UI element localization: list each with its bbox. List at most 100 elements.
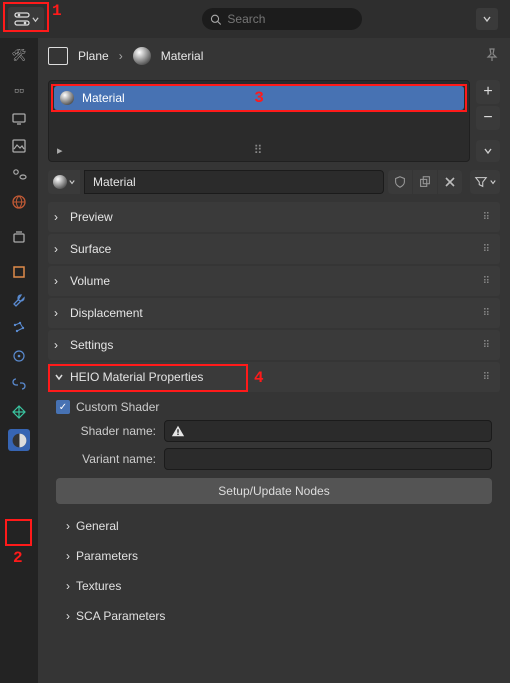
variant-name-label: Variant name: — [56, 452, 156, 466]
slot-menu-button[interactable] — [476, 140, 500, 162]
chevron-right-icon: › — [54, 210, 64, 224]
panel-title: Volume — [70, 274, 110, 288]
tab-tool[interactable]: 🛠 — [8, 44, 30, 66]
chevron-down-icon — [69, 179, 75, 185]
panel-title: Settings — [70, 338, 113, 352]
breadcrumb-material[interactable]: Material — [161, 49, 204, 63]
custom-shader-label: Custom Shader — [76, 400, 159, 414]
drag-grip-icon[interactable]: ⠿ — [483, 372, 492, 383]
material-slot-list[interactable]: Material ▸ ⠿ 3 — [48, 80, 470, 162]
tab-constraints[interactable] — [8, 373, 30, 395]
chevron-down-icon — [32, 16, 39, 23]
options-dropdown-button[interactable] — [476, 8, 498, 30]
subpanel-parameters-header[interactable]: › Parameters — [56, 544, 492, 568]
sidebar-tabs: 🛠 ▫▫ — [0, 38, 38, 683]
breadcrumb-object[interactable]: Plane — [78, 49, 109, 63]
material-ball-icon — [60, 91, 74, 105]
chevron-right-icon: › — [66, 519, 70, 533]
setup-update-nodes-button[interactable]: Setup/Update Nodes — [56, 478, 492, 504]
panel-title: HEIO Material Properties — [70, 370, 203, 384]
drag-grip-icon[interactable]: ⠿ — [483, 340, 492, 351]
chevron-down-icon — [483, 15, 491, 23]
chevron-down-icon — [490, 179, 496, 185]
object-icon — [11, 264, 27, 280]
drag-grip-icon[interactable]: ⠿ — [483, 276, 492, 287]
wrench-icon — [11, 292, 27, 308]
properties-icon — [14, 11, 30, 27]
tab-render[interactable]: ▫▫ — [8, 79, 30, 101]
slot-add-button[interactable]: + — [476, 80, 500, 104]
tab-particles[interactable] — [8, 317, 30, 339]
tab-collection[interactable] — [8, 226, 30, 248]
tab-scene[interactable] — [8, 163, 30, 185]
panel-heio-header[interactable]: HEIO Material Properties ⠿ — [48, 362, 500, 392]
tab-material[interactable] — [8, 429, 30, 451]
chevron-right-icon: › — [54, 274, 64, 288]
drag-grip-icon[interactable]: ⠿ — [254, 143, 265, 157]
panel-title: Surface — [70, 242, 111, 256]
search-icon — [210, 13, 221, 26]
panel-surface-header[interactable]: › Surface ⠿ — [48, 234, 500, 264]
image-icon — [11, 138, 27, 154]
tab-world[interactable] — [8, 191, 30, 213]
duplicate-icon — [418, 175, 432, 189]
close-icon — [444, 176, 456, 188]
tab-output[interactable] — [8, 107, 30, 129]
breadcrumb: Plane › Material — [38, 38, 510, 74]
search-input[interactable] — [227, 12, 354, 26]
material-name-input[interactable]: Material — [84, 170, 384, 194]
material-slot-active[interactable]: Material — [54, 86, 464, 110]
physics-icon — [11, 348, 27, 364]
search-input-wrap[interactable] — [202, 8, 362, 30]
subpanel-textures-header[interactable]: › Textures — [56, 574, 492, 598]
funnel-icon — [474, 175, 488, 189]
property-editor-type-button[interactable] — [8, 7, 44, 31]
tab-data[interactable] — [8, 401, 30, 423]
warning-icon — [171, 424, 185, 438]
chevron-right-icon: › — [66, 579, 70, 593]
scene-icon — [11, 166, 27, 182]
chevron-right-icon: › — [66, 549, 70, 563]
panel-title: Displacement — [70, 306, 143, 320]
custom-shader-checkbox[interactable]: ✓ — [56, 400, 70, 414]
unlink-material-button[interactable] — [438, 170, 462, 194]
tab-viewlayer[interactable] — [8, 135, 30, 157]
variant-name-input[interactable] — [164, 448, 492, 470]
panel-volume-header[interactable]: › Volume ⠿ — [48, 266, 500, 296]
slot-material-name: Material — [82, 91, 125, 105]
fake-user-button[interactable] — [388, 170, 412, 194]
pin-button[interactable] — [484, 47, 500, 66]
panel-displacement-header[interactable]: › Displacement ⠿ — [48, 298, 500, 328]
subpanel-sca-header[interactable]: › SCA Parameters — [56, 604, 492, 628]
tab-object[interactable] — [8, 261, 30, 283]
object-icon — [48, 47, 68, 65]
drag-grip-icon[interactable]: ⠿ — [483, 244, 492, 255]
material-browser-button[interactable] — [48, 170, 80, 194]
output-icon — [11, 110, 27, 126]
chevron-right-icon: › — [66, 609, 70, 623]
tab-physics[interactable] — [8, 345, 30, 367]
chevron-right-icon: › — [54, 242, 64, 256]
new-material-button[interactable] — [413, 170, 437, 194]
panel-settings-header[interactable]: › Settings ⠿ — [48, 330, 500, 360]
shader-name-input[interactable] — [164, 420, 492, 442]
tab-modifiers[interactable] — [8, 289, 30, 311]
constraints-icon — [11, 376, 27, 392]
node-filter-button[interactable] — [470, 170, 500, 194]
chevron-right-icon: › — [54, 338, 64, 352]
breadcrumb-sep: › — [119, 49, 123, 63]
annotation-label-2: 2 — [13, 549, 23, 567]
world-icon — [11, 194, 27, 210]
slot-expand-toggle[interactable]: ▸ — [57, 144, 63, 157]
slot-remove-button[interactable]: − — [476, 106, 500, 130]
drag-grip-icon[interactable]: ⠿ — [483, 212, 492, 223]
material-icon — [11, 432, 28, 449]
panel-preview-header[interactable]: › Preview ⠿ — [48, 202, 500, 232]
chevron-right-icon: › — [54, 306, 64, 320]
shield-icon — [393, 175, 407, 189]
chevron-down-icon — [484, 147, 492, 155]
subpanel-general-header[interactable]: › General — [56, 514, 492, 538]
pin-icon — [484, 47, 500, 63]
particles-icon — [11, 320, 27, 336]
drag-grip-icon[interactable]: ⠿ — [483, 308, 492, 319]
